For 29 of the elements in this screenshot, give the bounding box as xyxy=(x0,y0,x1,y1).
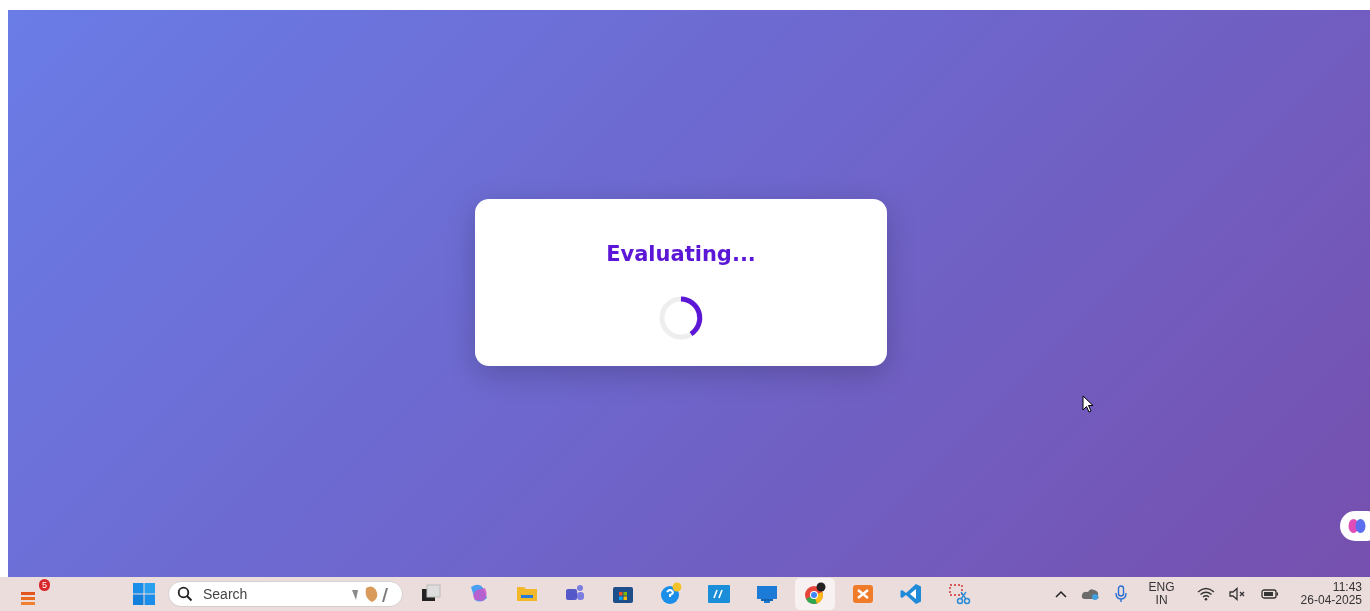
chrome-icon xyxy=(803,582,827,606)
help-icon xyxy=(659,582,683,606)
clock[interactable]: 11:43 26-04-2025 xyxy=(1300,581,1362,607)
clock-date: 26-04-2025 xyxy=(1300,594,1362,607)
taskbar-app-button[interactable] xyxy=(795,578,835,610)
muted-speaker-icon[interactable] xyxy=(1228,587,1247,601)
language-indicator[interactable]: ENG IN xyxy=(1148,581,1175,607)
cursor-icon xyxy=(1082,395,1096,413)
hp-app-icon xyxy=(707,582,731,606)
xampp-icon xyxy=(851,582,875,606)
search-input[interactable]: Search xyxy=(201,582,321,606)
microphone-icon[interactable] xyxy=(1114,585,1127,603)
wifi-icon[interactable] xyxy=(1196,587,1215,601)
search-field[interactable]: Search xyxy=(168,581,403,607)
windows-icon xyxy=(132,582,156,606)
region-label: IN xyxy=(1154,594,1169,607)
battery-icon[interactable] xyxy=(1260,588,1279,600)
search-icon xyxy=(177,586,193,602)
scissors-icon xyxy=(947,582,971,606)
dialog-title: Evaluating... xyxy=(606,241,756,268)
code-editor-icon xyxy=(899,582,923,606)
floating-assistant-button[interactable] xyxy=(1340,511,1370,541)
clock-time: 11:43 xyxy=(1331,581,1362,594)
notification-badge: 5 xyxy=(39,579,50,591)
widgets-button[interactable]: 5 xyxy=(16,579,50,609)
cloud-icon[interactable] xyxy=(1080,587,1101,601)
language-label: ENG xyxy=(1148,581,1175,594)
brain-icon xyxy=(1348,518,1366,534)
chevron-up-icon[interactable] xyxy=(1054,589,1067,599)
